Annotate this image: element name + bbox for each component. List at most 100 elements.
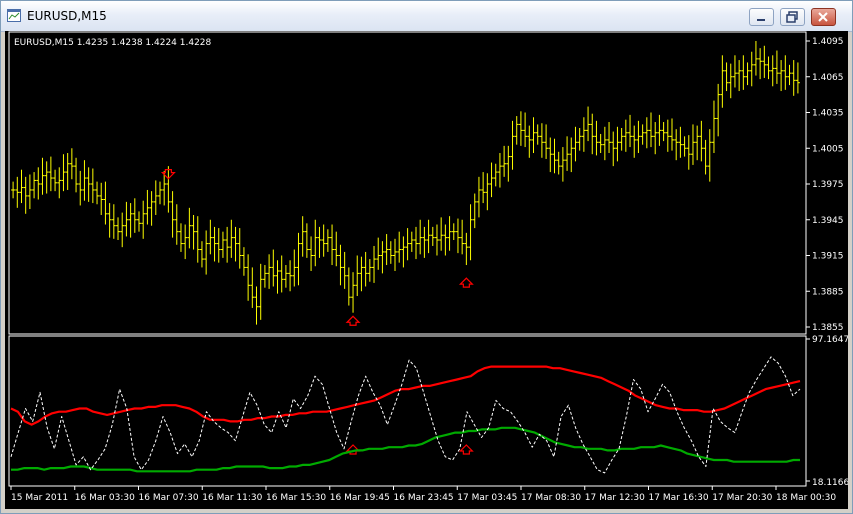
- price-bar: [510, 120, 515, 170]
- chart-area[interactable]: EURUSD,M15 1.4235 1.4238 1.4224 1.4228 1…: [5, 31, 848, 509]
- price-bar: [325, 229, 330, 252]
- price-bar: [384, 234, 389, 266]
- price-bar: [208, 219, 213, 255]
- price-bar: [120, 212, 125, 248]
- price-bar: [342, 251, 347, 289]
- price-bar: [359, 256, 364, 292]
- price-bar: [11, 181, 16, 199]
- price-bar: [653, 122, 658, 155]
- price-bar: [355, 255, 360, 297]
- chart-header: EURUSD,M15 1.4235 1.4238 1.4224 1.4228: [14, 38, 212, 48]
- price-bar: [216, 228, 221, 263]
- price-bar: [434, 224, 439, 256]
- time-tick-label: 16 Mar 03:30: [75, 493, 135, 503]
- price-bar: [250, 267, 255, 308]
- price-bar: [413, 226, 418, 260]
- price-bar: [527, 125, 532, 158]
- time-tick-label: 15 Mar 2011: [11, 493, 68, 503]
- price-bar: [44, 161, 49, 194]
- minimize-icon: [757, 19, 765, 21]
- price-bar: [430, 226, 435, 246]
- price-bar: [682, 136, 687, 157]
- up-arrow-icon: [345, 315, 361, 326]
- price-bar: [649, 112, 654, 148]
- time-tick-label: 17 Mar 03:45: [457, 493, 517, 503]
- price-bar: [409, 231, 414, 252]
- price-bar: [27, 174, 32, 210]
- price-bar: [124, 201, 129, 237]
- close-button[interactable]: [811, 8, 836, 26]
- price-bar: [388, 241, 393, 264]
- price-bar: [451, 223, 456, 241]
- minimize-button[interactable]: [749, 8, 774, 26]
- price-bar: [157, 181, 162, 205]
- time-tick-label: 17 Mar 08:30: [521, 493, 581, 503]
- price-bar: [468, 204, 473, 261]
- price-bar: [279, 255, 284, 293]
- price-bar: [212, 226, 217, 262]
- price-bar: [199, 241, 204, 268]
- price-bar: [745, 62, 750, 86]
- price-bar: [346, 267, 351, 306]
- dashed-series-line: [10, 356, 801, 474]
- price-bar: [82, 160, 87, 201]
- price-bar: [254, 286, 259, 325]
- price-bar: [166, 166, 171, 213]
- time-tick-label: 17 Mar 20:30: [712, 493, 772, 503]
- price-bar: [644, 117, 649, 149]
- price-tick-label: 1.3975: [812, 180, 844, 190]
- price-chart[interactable]: EURUSD,M15 1.4235 1.4238 1.4224 1.4228 1…: [5, 31, 848, 509]
- price-bar: [40, 157, 45, 195]
- price-bar: [116, 217, 121, 241]
- price-bar: [728, 63, 733, 99]
- price-bar: [283, 265, 288, 288]
- price-bar: [766, 56, 771, 80]
- price-bar: [502, 145, 507, 177]
- price-bar: [187, 207, 192, 249]
- price-bar: [749, 51, 754, 87]
- price-bar: [334, 231, 339, 267]
- price-bar: [170, 191, 175, 238]
- price-bar: [678, 126, 683, 158]
- price-bar: [640, 124, 645, 145]
- price-bar: [455, 218, 460, 254]
- price-tick-label: 1.4065: [812, 73, 844, 83]
- price-bar: [317, 226, 322, 258]
- price-bar: [61, 154, 66, 192]
- price-bar: [623, 119, 628, 152]
- price-tick-label: 1.3885: [812, 287, 844, 297]
- restore-button[interactable]: [780, 8, 805, 26]
- price-bar: [720, 55, 725, 108]
- price-bar: [220, 231, 225, 258]
- title-bar[interactable]: EURUSD,M15: [1, 1, 852, 32]
- price-bar: [460, 219, 465, 255]
- price-bar: [560, 147, 565, 182]
- indicator-axis: 97.1647 18.1166: [806, 335, 848, 488]
- price-bar: [552, 138, 557, 174]
- price-bar: [548, 137, 553, 173]
- close-icon: [818, 12, 828, 22]
- price-bar: [313, 219, 318, 267]
- time-tick-label: 16 Mar 15:30: [266, 493, 326, 503]
- price-bar: [19, 169, 24, 204]
- price-bar: [174, 204, 179, 245]
- price-tick-label: 1.3855: [812, 323, 844, 333]
- price-bar: [178, 223, 183, 252]
- price-bar: [397, 231, 402, 263]
- price-bar: [573, 126, 578, 162]
- price-bar: [665, 119, 670, 152]
- price-bar: [271, 249, 276, 287]
- price-bar: [275, 260, 280, 294]
- price-bar: [535, 124, 540, 145]
- price-bar: [376, 237, 381, 270]
- price-bar: [363, 251, 368, 287]
- price-bar: [32, 172, 37, 199]
- price-bar: [309, 236, 314, 271]
- price-bar: [774, 50, 779, 84]
- price-bar: [321, 224, 326, 257]
- price-bar: [489, 162, 494, 198]
- price-tick-label: 1.4005: [812, 144, 844, 154]
- price-bar: [485, 173, 490, 211]
- price-tick-label: 1.4035: [812, 109, 844, 119]
- price-bar: [405, 228, 410, 261]
